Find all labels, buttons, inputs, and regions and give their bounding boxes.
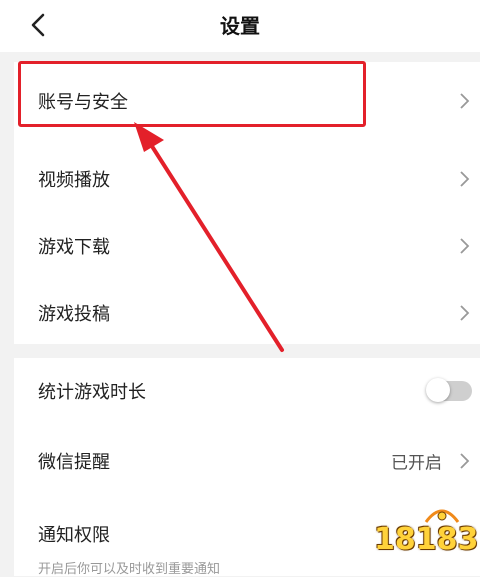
red-arrow-annotation (134, 122, 284, 352)
watermark-logo: 18183 (372, 502, 479, 572)
watermark-text: 18183 (374, 522, 479, 557)
game-logo-icon (424, 509, 460, 523)
